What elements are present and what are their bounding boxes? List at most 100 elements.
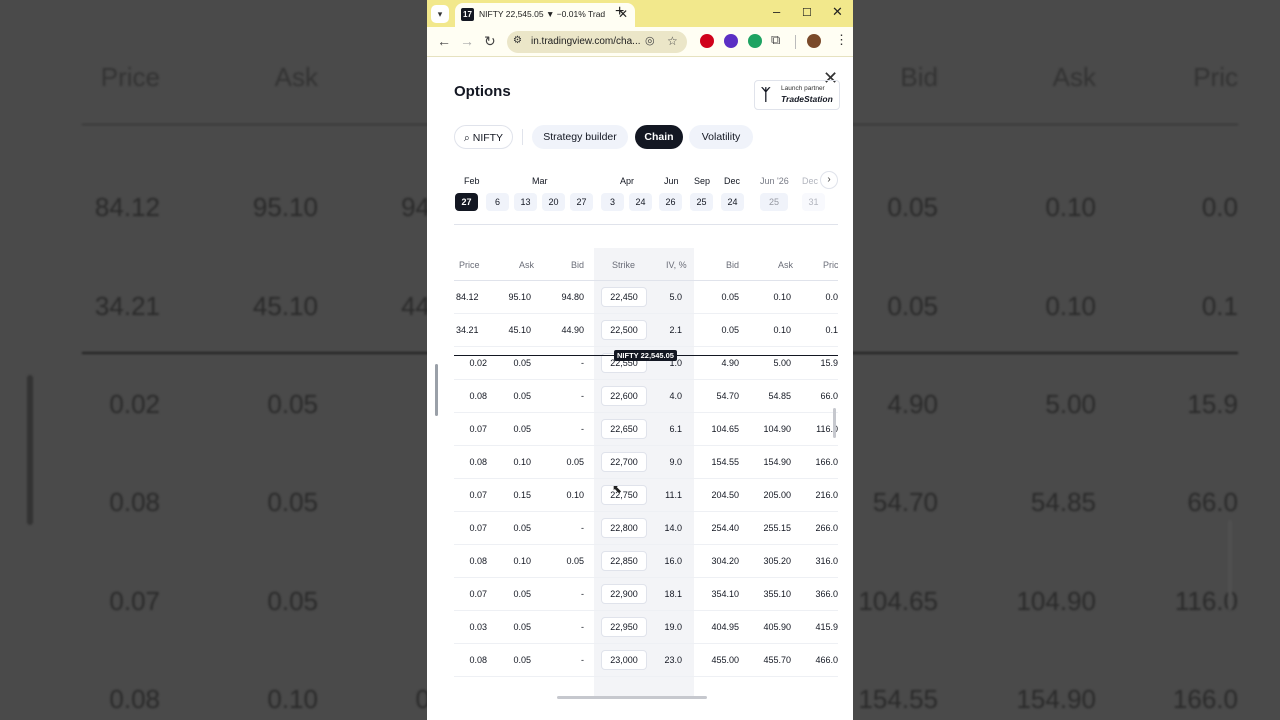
tracking-protection-icon[interactable]: ◎ — [645, 34, 655, 47]
table-cell[interactable]: 11.1 — [665, 490, 682, 500]
table-cell[interactable]: 305.20 — [763, 556, 791, 566]
table-cell[interactable]: 266.0 — [815, 523, 838, 533]
expiry-date-button[interactable]: 27 — [570, 193, 593, 211]
table-cell[interactable]: 0.08 — [469, 556, 487, 566]
table-cell[interactable]: 405.90 — [763, 622, 791, 632]
more-menu-icon[interactable]: ⋮ — [835, 32, 848, 48]
strike-cell[interactable]: 22,450 — [601, 287, 647, 307]
table-cell[interactable]: 0.07 — [469, 490, 487, 500]
table-cell[interactable]: 18.1 — [664, 589, 682, 599]
table-row[interactable]: 0.07 0.15 0.10 22,750 11.1 204.50 205.00 216.0 — [454, 479, 838, 512]
new-tab-icon[interactable]: + — [615, 3, 624, 21]
expiry-date-button[interactable]: 24 — [629, 193, 652, 211]
column-header[interactable]: Strike — [612, 260, 635, 270]
table-cell[interactable]: 355.10 — [763, 589, 791, 599]
table-cell[interactable]: 0.05 — [513, 589, 531, 599]
table-cell[interactable]: - — [581, 589, 584, 599]
table-cell[interactable]: 0.05 — [513, 523, 531, 533]
table-cell[interactable]: 0.05 — [513, 424, 531, 434]
table-cell[interactable]: 0.05 — [513, 358, 531, 368]
table-cell[interactable]: 16.0 — [664, 556, 682, 566]
extension-green-icon[interactable] — [748, 34, 762, 48]
table-row[interactable]: 0.07 0.05-22,650 6.1 104.65 104.90 116.0 — [454, 413, 838, 446]
site-info-icon[interactable]: ⚙ — [513, 35, 522, 46]
browser-tab[interactable]: 17 NIFTY 22,545.05 ▼ −0.01% Trad ✕ — [455, 3, 635, 27]
profile-avatar[interactable] — [807, 34, 821, 48]
table-cell[interactable]: 0.10 — [513, 556, 531, 566]
column-header[interactable]: Bid — [726, 260, 739, 270]
table-cell[interactable]: 466.0 — [815, 655, 838, 665]
minimize-icon[interactable]: – — [773, 4, 780, 19]
table-row[interactable]: 0.07 0.05 - 22,900 18.1 354.10 355.10 366.0 — [454, 578, 838, 611]
table-cell[interactable]: 0.08 — [469, 457, 487, 467]
table-cell[interactable]: 104.90 — [763, 424, 791, 434]
strike-cell[interactable]: 22,800 — [601, 518, 647, 538]
table-cell[interactable]: 304.20 — [711, 556, 739, 566]
table-cell[interactable]: 0.05 — [721, 325, 739, 335]
table-row[interactable]: 0.08 0.10 0.05 22,850 16.0 304.20 305.20 316.0 — [454, 545, 838, 578]
column-header[interactable]: Bid — [571, 260, 584, 270]
extension-purple-icon[interactable] — [724, 34, 738, 48]
forward-icon[interactable]: → — [460, 33, 474, 49]
strike-cell[interactable]: 23,000 — [601, 650, 647, 670]
table-cell[interactable]: - — [581, 358, 584, 368]
expiry-date-button[interactable]: 6 — [486, 193, 509, 211]
strike-cell[interactable]: 22,500 — [601, 320, 647, 340]
table-cell[interactable]: 0.08 — [469, 655, 487, 665]
table-horizontal-scrollbar[interactable] — [557, 696, 707, 699]
table-row[interactable]: 0.08 0.10 0.05 22,700 9.0 154.55 154.90 166.0 — [454, 446, 838, 479]
strike-cell[interactable]: 22,750 — [601, 485, 647, 505]
table-cell[interactable]: 4.0 — [669, 391, 682, 401]
bookmark-star-icon[interactable]: ☆ — [667, 34, 678, 48]
table-cell[interactable]: - — [581, 391, 584, 401]
strike-cell[interactable]: 22,900 — [601, 584, 647, 604]
table-cell[interactable]: - — [581, 622, 584, 632]
table-cell[interactable]: 205.00 — [763, 490, 791, 500]
table-cell[interactable]: 5.00 — [773, 358, 791, 368]
table-cell[interactable]: 415.9 — [815, 622, 838, 632]
launch-partner-badge[interactable]: ᛉ Launch partner TradeStation — [754, 80, 840, 110]
table-cell[interactable]: 94.80 — [561, 292, 584, 302]
expiry-date-button[interactable]: 24 — [721, 193, 744, 211]
expiry-date-button[interactable]: 25 — [690, 193, 713, 211]
omnibox[interactable]: ⚙ in.tradingview.com/cha... ◎ ☆ — [507, 31, 687, 53]
table-cell[interactable]: 0.03 — [469, 622, 487, 632]
symbol-search-button[interactable]: ⌕ NIFTY — [454, 125, 513, 149]
table-cell[interactable]: 95.10 — [508, 292, 531, 302]
tab-search-dropdown-icon[interactable]: ▾ — [431, 5, 449, 23]
expiry-date-button[interactable]: 31 — [802, 193, 825, 211]
table-cell[interactable]: 15.9 — [820, 358, 838, 368]
column-header[interactable]: Price — [823, 260, 838, 270]
table-cell[interactable]: 54.70 — [716, 391, 739, 401]
table-cell[interactable]: 354.10 — [711, 589, 739, 599]
table-cell[interactable]: 0.05 — [513, 622, 531, 632]
table-row[interactable]: 0.03 0.05 - 22,950 19.0 404.95 405.90 415.9 — [454, 611, 838, 644]
strike-cell[interactable]: 22,950 — [601, 617, 647, 637]
table-cell[interactable]: 204.50 — [711, 490, 739, 500]
expiry-date-button[interactable]: 20 — [542, 193, 565, 211]
table-cell[interactable]: 366.0 — [815, 589, 838, 599]
table-cell[interactable]: 0.05 — [566, 556, 584, 566]
expiry-date-button[interactable]: 26 — [659, 193, 682, 211]
table-vertical-scrollbar[interactable] — [833, 408, 836, 438]
table-cell[interactable]: 84.12 — [456, 292, 479, 302]
strike-cell[interactable]: 22,850 — [601, 551, 647, 571]
table-cell[interactable]: - — [581, 655, 584, 665]
table-cell[interactable]: 44.90 — [561, 325, 584, 335]
table-cell[interactable]: 0.10 — [773, 325, 791, 335]
table-cell[interactable]: 254.40 — [711, 523, 739, 533]
table-cell[interactable]: 0.10 — [513, 457, 531, 467]
strike-cell[interactable]: 22,600 — [601, 386, 647, 406]
table-cell[interactable]: 0.07 — [469, 589, 487, 599]
table-cell[interactable]: 0.05 — [513, 655, 531, 665]
page-scrollbar[interactable] — [435, 364, 438, 416]
column-header[interactable]: Price — [459, 260, 480, 270]
table-cell[interactable]: 104.65 — [711, 424, 739, 434]
extension-red-icon[interactable] — [700, 34, 714, 48]
expiry-date-button[interactable]: 25 — [760, 193, 788, 211]
table-cell[interactable]: 66.0 — [820, 391, 838, 401]
table-cell[interactable]: 0.05 — [721, 292, 739, 302]
table-cell[interactable]: 0.05 — [513, 391, 531, 401]
maximize-icon[interactable]: ☐ — [802, 6, 812, 19]
table-cell[interactable]: - — [581, 424, 584, 434]
